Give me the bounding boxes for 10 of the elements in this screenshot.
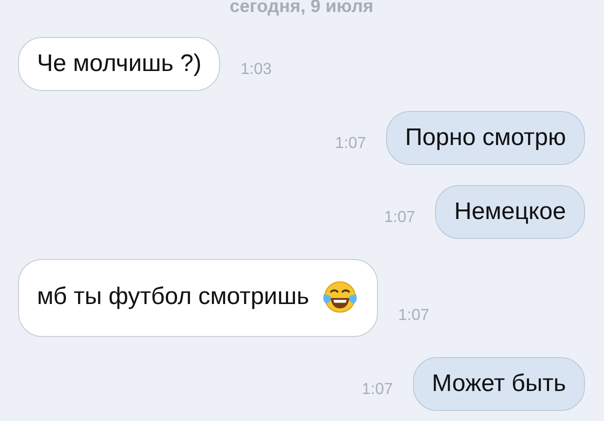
outgoing-message-bubble: Порно смотрю xyxy=(386,111,585,165)
outgoing-message-bubble: Может быть xyxy=(412,357,585,411)
message-time: 1:07 xyxy=(334,135,366,154)
message-time: 1:07 xyxy=(384,209,416,228)
message-time: 1:07 xyxy=(362,381,393,400)
outgoing-message-bubble: Немецкое xyxy=(435,185,585,239)
incoming-message-bubble: Че молчишь ?) xyxy=(18,37,220,91)
message-time: 1:03 xyxy=(240,61,272,80)
message-time: 1:07 xyxy=(398,307,430,326)
message-text: мб ты футбол смотришь xyxy=(37,283,310,311)
